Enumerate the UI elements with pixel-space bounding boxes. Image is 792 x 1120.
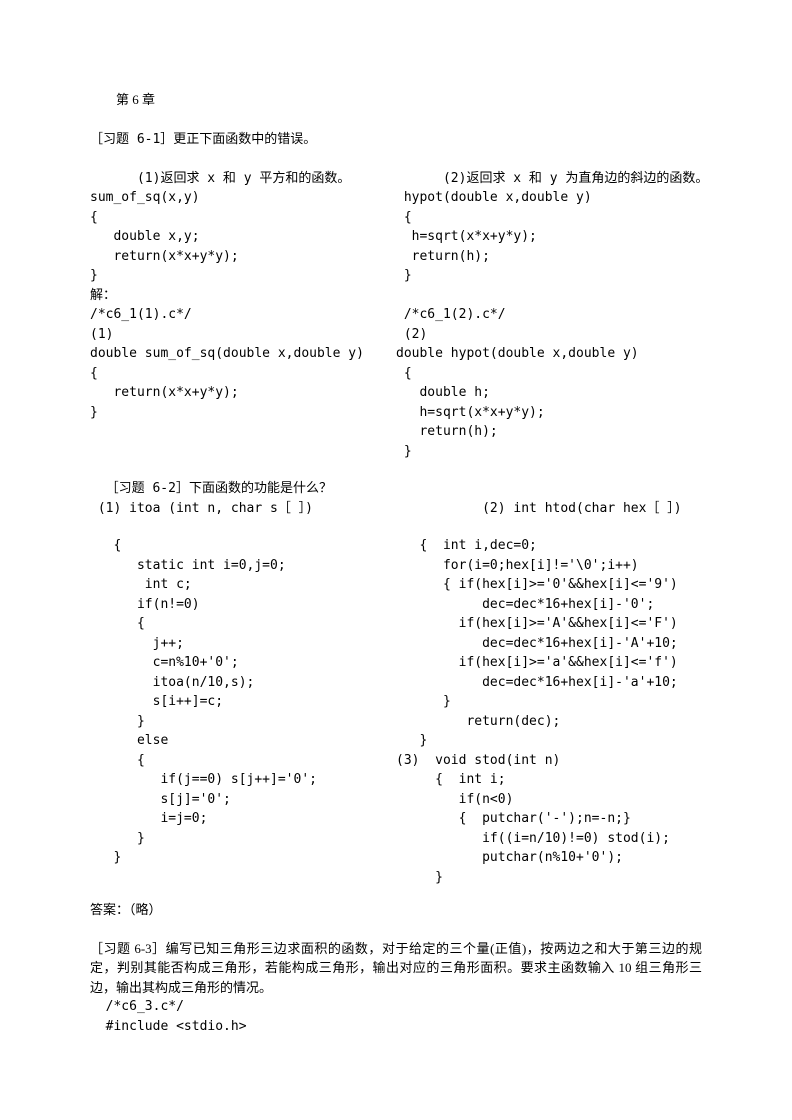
q61-title: ［习题 6-1］更正下面函数中的错误。 <box>90 130 702 150</box>
q62-title: ［习题 6-2］下面函数的功能是什么？ <box>90 479 702 499</box>
q62-answer: 答案：（略） <box>90 901 702 921</box>
q61-left-desc: (1)返回求 x 和 y 平方和的函数。 <box>137 171 350 186</box>
q63-code: /*c6_3.c*/ #include <stdio.h> <box>90 997 702 1036</box>
q62-header-left: (1) itoa (int n, char s［ ］) <box>90 499 396 519</box>
q62-left-code: { static int i=0,j=0; int c; if(n!=0) { … <box>90 536 396 887</box>
q61-right-code: hypot(double x,double y) { h=sqrt(x*x+y*… <box>396 190 639 459</box>
chapter-title: 第 6 章 <box>90 90 702 110</box>
q61-left-code: sum_of_sq(x,y) { double x,y; return(x*x+… <box>90 190 364 420</box>
q62-header-right: (2) int htod(char hex［ ］) <box>396 499 702 519</box>
q63-paragraph: ［习题 6-3］编写已知三角形三边求面积的函数，对于给定的三个量(正值)，按两边… <box>90 939 702 998</box>
q61-right-desc: (2)返回求 x 和 y 为直角边的斜边的函数。 <box>443 171 708 186</box>
q62-right-code: { int i,dec=0; for(i=0;hex[i]!='\0';i++)… <box>396 536 702 887</box>
